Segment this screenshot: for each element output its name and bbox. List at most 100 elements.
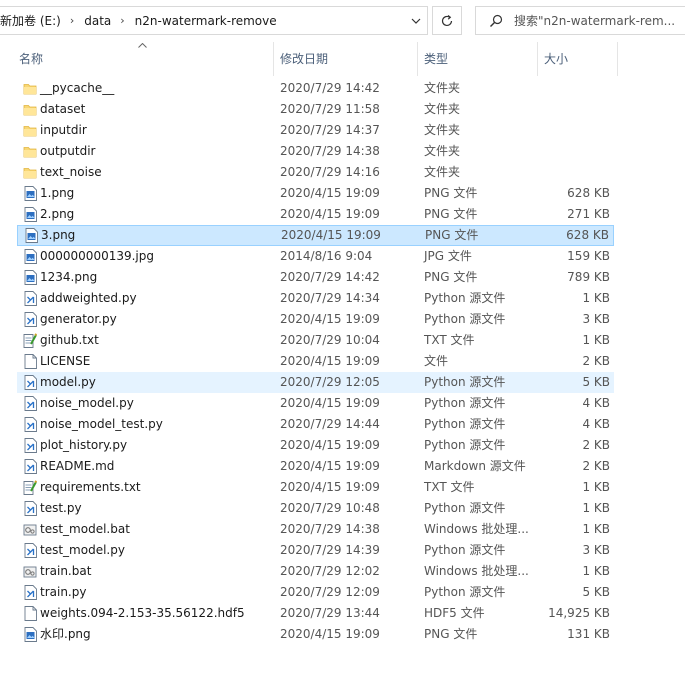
file-row[interactable]: requirements.txt 2020/4/15 19:09 TXT 文件 1 K… [17, 477, 614, 498]
folder-icon [22, 141, 38, 162]
refresh-icon [441, 14, 453, 26]
file-row[interactable]: plot_history.py 2020/4/15 19:09 Python 源文件… [17, 435, 614, 456]
file-row[interactable]: inputdir 2020/7/29 14:37 文件夹 [17, 120, 614, 141]
file-size: 1 KB [582, 333, 610, 347]
file-row[interactable]: test_model.py 2020/7/29 14:39 Python 源文件 3 … [17, 540, 614, 561]
file-modified-date: 2020/7/29 12:09 [280, 585, 380, 599]
image-file-icon [23, 225, 39, 246]
file-name: 000000000139.jpg [40, 249, 154, 263]
file-modified-date: 2020/7/29 14:37 [280, 123, 380, 137]
python-file-icon [22, 456, 38, 477]
refresh-button[interactable] [432, 6, 462, 35]
blank-file-icon [22, 603, 38, 624]
column-header-date[interactable]: 修改日期 [274, 42, 418, 76]
file-row[interactable]: model.py 2020/7/29 12:05 Python 源文件 5 KB [17, 372, 614, 393]
file-row[interactable]: train.py 2020/7/29 12:09 Python 源文件 5 KB [17, 582, 614, 603]
file-name: weights.094-2.153-35.56122.hdf5 [40, 606, 245, 620]
file-type: Python 源文件 [424, 291, 506, 305]
file-row[interactable]: github.txt 2020/7/29 10:04 TXT 文件 1 KB [17, 330, 614, 351]
text-file-icon [22, 477, 38, 498]
file-name: generator.py [40, 312, 117, 326]
breadcrumb-drive[interactable]: 新加卷 (E:) [0, 12, 70, 29]
file-size: 2 KB [582, 459, 610, 473]
file-modified-date: 2020/7/29 14:34 [280, 291, 380, 305]
file-name: plot_history.py [40, 438, 128, 452]
file-type: PNG 文件 [424, 207, 478, 221]
file-modified-date: 2020/4/15 19:09 [280, 354, 380, 368]
file-name: train.bat [40, 564, 92, 578]
python-file-icon [22, 498, 38, 519]
file-size: 628 KB [567, 186, 610, 200]
file-name: 2.png [40, 207, 75, 221]
file-type: 文件夹 [424, 144, 461, 158]
file-row[interactable]: text_noise 2020/7/29 14:16 文件夹 [17, 162, 614, 183]
python-file-icon [22, 288, 38, 309]
file-name: requirements.txt [40, 480, 141, 494]
file-row[interactable]: 1234.png 2020/7/29 14:42 PNG 文件 789 KB [17, 267, 614, 288]
folder-icon [22, 78, 38, 99]
file-modified-date: 2020/4/15 19:09 [280, 480, 380, 494]
file-type: 文件夹 [424, 102, 461, 116]
file-size: 789 KB [567, 270, 610, 284]
file-row[interactable]: generator.py 2020/4/15 19:09 Python 源文件 3 K… [17, 309, 614, 330]
file-row[interactable]: 000000000139.jpg 2014/8/16 9:04 JPG 文件 159 … [17, 246, 614, 267]
file-type: Python 源文件 [424, 312, 506, 326]
file-row[interactable]: train.bat 2020/7/29 12:02 Windows 批处理... 1 … [17, 561, 614, 582]
file-row[interactable]: noise_model.py 2020/4/15 19:09 Python 源文件 4… [17, 393, 614, 414]
file-row[interactable]: outputdir 2020/7/29 14:38 文件夹 [17, 141, 614, 162]
file-modified-date: 2020/4/15 19:09 [280, 312, 380, 326]
breadcrumb-current-folder[interactable]: n2n-watermark-remove [125, 14, 286, 28]
file-size: 1 KB [582, 501, 610, 515]
batch-file-icon [22, 561, 38, 582]
file-row[interactable]: LICENSE 2020/4/15 19:09 文件 2 KB [17, 351, 614, 372]
image-file-icon [22, 624, 38, 645]
file-name: dataset [40, 102, 86, 116]
file-row[interactable]: __pycache__ 2020/7/29 14:42 文件夹 [17, 78, 614, 99]
file-row[interactable]: README.md 2020/4/15 19:09 Markdown 源文件 2 KB [17, 456, 614, 477]
file-modified-date: 2020/7/29 14:39 [280, 543, 380, 557]
text-file-icon [22, 330, 38, 351]
file-row[interactable]: 水印.png 2020/4/15 19:09 PNG 文件 131 KB [17, 624, 614, 645]
file-row[interactable]: 1.png 2020/4/15 19:09 PNG 文件 628 KB [17, 183, 614, 204]
file-name: README.md [40, 459, 115, 473]
file-modified-date: 2020/7/29 14:38 [280, 144, 380, 158]
file-row[interactable]: 3.png 2020/4/15 19:09 PNG 文件 628 KB [17, 225, 614, 246]
chevron-down-icon[interactable] [405, 7, 427, 34]
python-file-icon [22, 309, 38, 330]
column-header-type[interactable]: 类型 [418, 42, 538, 76]
search-input[interactable] [510, 13, 684, 28]
file-row[interactable]: addweighted.py 2020/7/29 14:34 Python 源文件 1… [17, 288, 614, 309]
file-type: PNG 文件 [424, 186, 478, 200]
column-header-size[interactable]: 大小 [538, 42, 618, 76]
file-type: Python 源文件 [424, 417, 506, 431]
file-type: Python 源文件 [424, 585, 506, 599]
file-name: 水印.png [40, 627, 91, 641]
file-row[interactable]: noise_model_test.py 2020/7/29 14:44 Python… [17, 414, 614, 435]
file-type: Windows 批处理... [424, 522, 529, 536]
python-file-icon [22, 435, 38, 456]
file-modified-date: 2020/4/15 19:09 [280, 459, 380, 473]
breadcrumb-data[interactable]: data [74, 14, 120, 28]
image-file-icon [22, 246, 38, 267]
file-size: 1 KB [582, 564, 610, 578]
file-row[interactable]: weights.094-2.153-35.56122.hdf5 2020/7/29… [17, 603, 614, 624]
file-type: Windows 批处理... [424, 564, 529, 578]
file-modified-date: 2020/7/29 13:44 [280, 606, 380, 620]
file-name: test.py [40, 501, 82, 515]
file-type: Markdown 源文件 [424, 459, 526, 473]
file-modified-date: 2020/7/29 12:05 [280, 375, 380, 389]
file-row[interactable]: test.py 2020/7/29 10:48 Python 源文件 1 KB [17, 498, 614, 519]
file-type: 文件夹 [424, 165, 461, 179]
file-size: 1 KB [582, 480, 610, 494]
file-name: addweighted.py [40, 291, 137, 305]
file-row[interactable]: test_model.bat 2020/7/29 14:38 Windows 批处理… [17, 519, 614, 540]
file-modified-date: 2020/7/29 10:48 [280, 501, 380, 515]
file-row[interactable]: dataset 2020/7/29 11:58 文件夹 [17, 99, 614, 120]
file-row[interactable]: 2.png 2020/4/15 19:09 PNG 文件 271 KB [17, 204, 614, 225]
image-file-icon [22, 204, 38, 225]
file-name: 1234.png [40, 270, 98, 284]
file-type: Python 源文件 [424, 501, 506, 515]
address-bar[interactable]: 新加卷 (E:) › data › n2n-watermark-remove [0, 6, 428, 35]
file-type: Python 源文件 [424, 396, 506, 410]
search-box[interactable] [475, 6, 685, 35]
